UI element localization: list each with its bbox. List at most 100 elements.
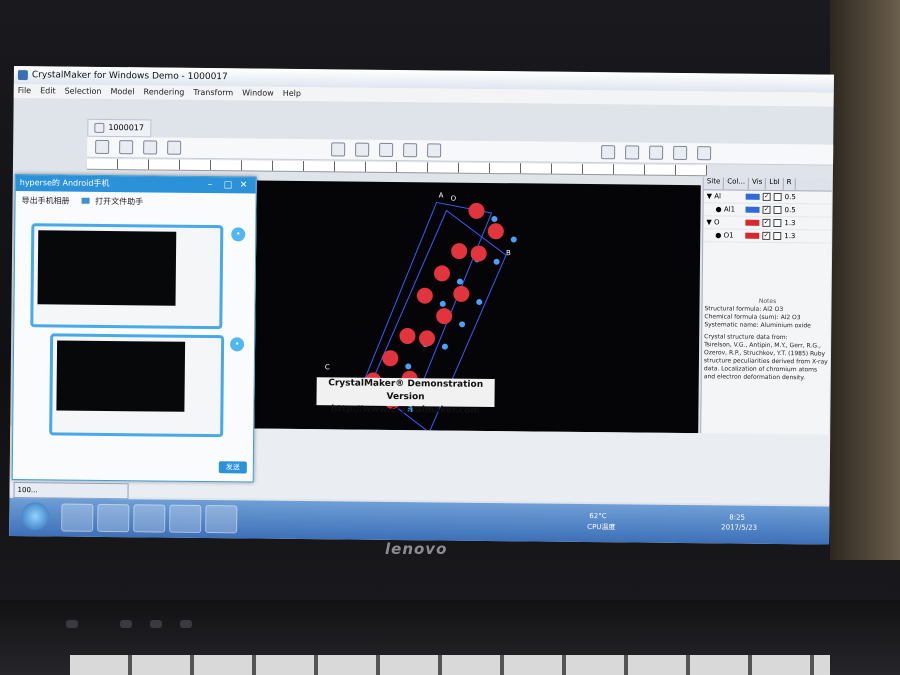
message-status-icon[interactable]: • [231, 227, 246, 242]
aluminium-atom [493, 258, 500, 265]
oxygen-atom [468, 202, 485, 219]
visibility-checkbox[interactable]: ✓ [762, 218, 771, 227]
export-album-button[interactable]: 导出手机相册 [22, 195, 70, 207]
menu-transform[interactable]: Transform [193, 86, 233, 100]
aluminium-atom [510, 236, 517, 243]
cube-icon[interactable] [379, 142, 394, 157]
demo-banner-url[interactable]: http://www.crystalmaker.com [316, 403, 494, 418]
site-row-o[interactable]: ▼ O ✓ 1.3 [703, 216, 832, 231]
message-status-icon[interactable]: • [230, 337, 245, 352]
notes-line: Systematic name: Aluminium oxide [704, 321, 811, 330]
col-color[interactable]: Col... [724, 177, 750, 190]
menu-rendering[interactable]: Rendering [143, 85, 184, 99]
tools-icon[interactable] [95, 139, 110, 155]
site-color-swatch[interactable] [745, 232, 760, 239]
site-color-swatch[interactable] [745, 193, 760, 200]
site-name: ▼ O [706, 218, 720, 227]
app-taskbar-icon[interactable] [205, 505, 238, 534]
app-title: CrystalMaker for Windows Demo - 1000017 [31, 70, 228, 83]
maximize-icon[interactable]: □ [224, 177, 233, 193]
visibility-checkbox[interactable]: ✓ [762, 231, 771, 240]
menu-selection[interactable]: Selection [65, 85, 102, 99]
sphere-style-icon[interactable] [143, 140, 158, 155]
camera-icon[interactable] [673, 145, 688, 161]
brand-logo: lenovo [385, 540, 448, 558]
hardware-key-icon[interactable] [180, 620, 192, 628]
menu-edit[interactable]: Edit [40, 84, 56, 98]
col-site[interactable]: Site [703, 177, 725, 190]
aluminium-atom [441, 343, 448, 350]
sent-screenshot-2[interactable] [49, 333, 225, 438]
system-tray: 62°C CPU温度 8:25 2017/5/23 [579, 510, 829, 543]
label-checkbox[interactable] [773, 231, 782, 241]
menu-file[interactable]: File [18, 84, 32, 98]
label-checkbox[interactable] [773, 205, 782, 215]
qq-taskbar-icon[interactable] [133, 504, 166, 533]
site-row-al[interactable]: ▼ Al ✓ 0.5 [703, 190, 832, 205]
chat-titlebar: hyperse的 Android手机 – □ ✕ [15, 175, 256, 194]
site-row-o1[interactable]: ● O1 ✓ 1.3 [703, 229, 832, 244]
menu-model[interactable]: Model [110, 85, 134, 99]
visibility-checkbox[interactable]: ✓ [762, 205, 771, 214]
eye-icon[interactable] [331, 142, 346, 157]
aluminium-atom [476, 299, 483, 306]
label-checkbox[interactable] [773, 192, 782, 202]
chat-title: hyperse的 Android手机 [19, 178, 110, 189]
start-button[interactable] [21, 502, 50, 531]
export-album-label: 导出手机相册 [21, 195, 70, 206]
quick-launch-label: 100... [17, 486, 38, 495]
keyboard-keys [70, 655, 830, 675]
site-name: ● Al1 [715, 205, 736, 214]
oxygen-atom [399, 327, 416, 344]
grid-icon[interactable] [167, 140, 182, 155]
minimize-icon[interactable]: – [208, 177, 213, 193]
oxygen-atom [453, 285, 470, 302]
col-label[interactable]: Lbl [766, 177, 784, 191]
col-visible[interactable]: Vis [748, 177, 767, 190]
ie-taskbar-icon[interactable] [61, 503, 94, 532]
quick-launch-bar[interactable]: 100... [13, 482, 129, 500]
crystal-document-icon [94, 122, 105, 133]
close-icon[interactable]: ✕ [240, 177, 248, 193]
rotate-icon[interactable] [427, 143, 442, 158]
bonds-icon[interactable] [649, 145, 664, 160]
document-tab[interactable]: 1000017 [87, 118, 152, 138]
notes-pane[interactable]: Notes Structural formula: Al2 O3 Chemica… [701, 297, 832, 438]
visibility-checkbox[interactable]: ✓ [762, 192, 771, 201]
fit-window-icon[interactable] [601, 145, 616, 160]
layout-grid-icon[interactable] [625, 145, 640, 160]
clock-time[interactable]: 8:25 [729, 514, 745, 522]
people-taskbar-icon[interactable] [97, 503, 130, 533]
clock-date[interactable]: 2017/5/23 [721, 523, 757, 531]
menu-help[interactable]: Help [283, 87, 301, 101]
folder-icon [81, 197, 90, 204]
axis-label-o: O [451, 195, 457, 203]
hardware-key-icon[interactable] [120, 620, 132, 628]
aluminium-atom [439, 300, 446, 307]
sent-screenshot-1[interactable] [30, 223, 224, 330]
axes-icon[interactable] [403, 143, 418, 158]
oxygen-atom [451, 243, 468, 260]
send-button[interactable]: 发送 [218, 461, 247, 474]
site-row-al1[interactable]: ● Al1 ✓ 0.5 [703, 203, 832, 218]
move-icon[interactable] [119, 140, 134, 155]
oxygen-atom [416, 287, 433, 304]
structure-viewport[interactable]: A O B C CrystalMaker® Demonstration Vers… [254, 180, 701, 434]
oxygen-atom [419, 330, 436, 347]
hardware-key-icon[interactable] [150, 620, 162, 628]
site-radius: 1.3 [784, 219, 796, 228]
menu-window[interactable]: Window [242, 86, 274, 100]
zoom-icon[interactable] [355, 142, 370, 157]
site-radius: 0.5 [784, 206, 796, 215]
open-file-helper-button[interactable]: 打开文件助手 [81, 195, 144, 207]
crystalmaker-taskbar-icon[interactable] [169, 504, 202, 533]
label-checkbox[interactable] [773, 218, 782, 228]
oxygen-atom [434, 265, 451, 282]
site-color-swatch[interactable] [745, 206, 760, 213]
cpu-temperature: 62°C [589, 512, 607, 521]
site-color-swatch[interactable] [745, 219, 760, 226]
globe-icon[interactable] [697, 146, 712, 161]
col-radius[interactable]: R [783, 178, 796, 191]
power-button-icon[interactable] [66, 620, 78, 628]
laptop-screen: CrystalMaker for Windows Demo - 1000017 … [9, 66, 834, 545]
